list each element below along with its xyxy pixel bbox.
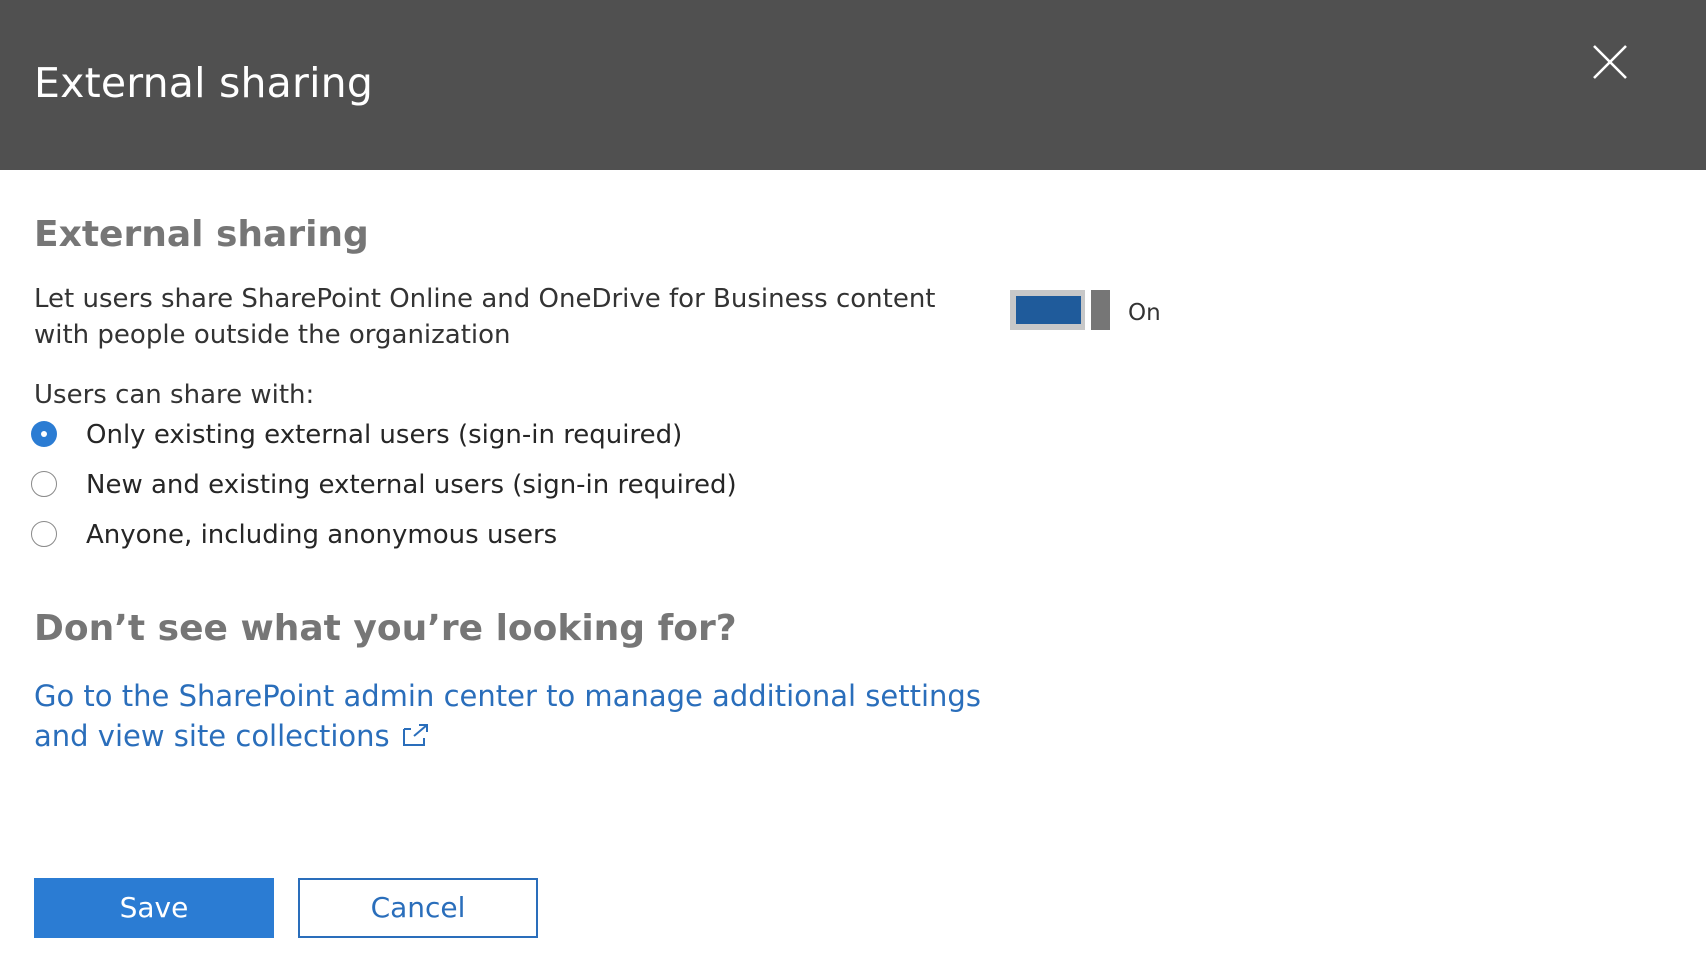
toggle-fill: [1016, 296, 1081, 324]
radio-label: New and existing external users (sign-in…: [86, 470, 737, 500]
toggle-thumb: [1091, 290, 1110, 330]
radio-button[interactable]: [31, 521, 57, 547]
close-button[interactable]: [1588, 40, 1632, 84]
panel-title: External sharing: [34, 59, 374, 107]
share-with-label: Users can share with:: [34, 380, 315, 410]
radio-label: Anyone, including anonymous users: [86, 520, 558, 550]
toggle-track: [1010, 290, 1085, 330]
cancel-button[interactable]: Cancel: [298, 878, 538, 938]
radio-label: Only existing external users (sign-in re…: [86, 420, 683, 450]
external-sharing-toggle[interactable]: [1010, 290, 1110, 330]
section-heading-external-sharing: External sharing: [34, 214, 369, 255]
sharepoint-admin-center-link-text[interactable]: Go to the SharePoint admin center to man…: [34, 679, 981, 753]
panel-header: External sharing: [0, 0, 1706, 170]
save-button[interactable]: Save: [34, 878, 274, 938]
external-sharing-description: Let users share SharePoint Online and On…: [34, 284, 936, 350]
toggle-state-label: On: [1128, 300, 1161, 326]
sharepoint-admin-center-link[interactable]: Go to the SharePoint admin center to man…: [34, 676, 994, 756]
external-link-icon: [402, 724, 428, 746]
close-icon: [1593, 45, 1627, 79]
section-heading-more: Don’t see what you’re looking for?: [34, 608, 737, 649]
radio-button-checked[interactable]: [31, 421, 57, 447]
radio-button[interactable]: [31, 471, 57, 497]
